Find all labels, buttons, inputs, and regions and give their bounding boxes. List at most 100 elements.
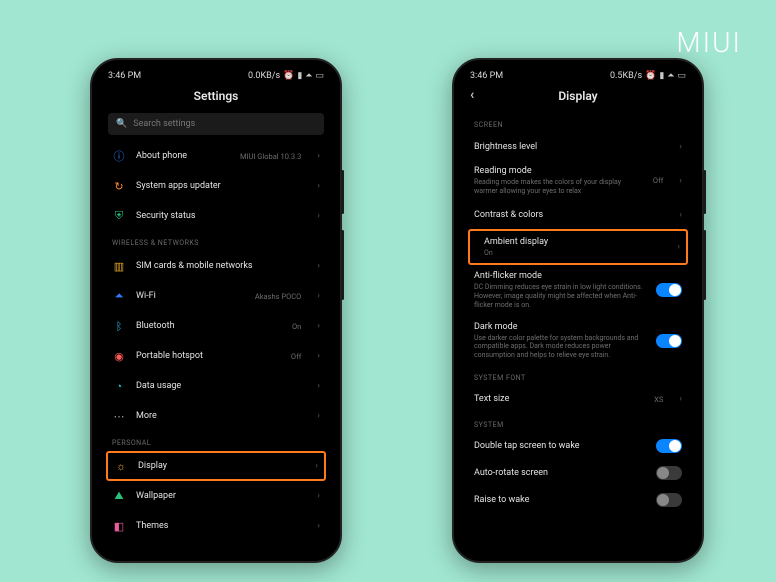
screen-display: 3:46 PM 0.5KB/s ⏰ ▮ ⏶ ▭ ‹ Display SCREEN… xyxy=(460,66,696,553)
row-label: Anti-flicker mode xyxy=(474,271,644,281)
battery-icon: ▭ xyxy=(315,71,324,81)
row-label: Double tap screen to wake xyxy=(474,441,580,451)
row-sim-cards[interactable]: ▥ SIM cards & mobile networks › xyxy=(98,251,334,281)
row-text-size[interactable]: Text size XS › xyxy=(460,386,696,413)
row-system-apps-updater[interactable]: ↻ System apps updater › xyxy=(98,171,334,201)
sim-icon: ▥ xyxy=(112,259,126,273)
info-icon: ⓘ xyxy=(112,149,126,163)
display-list[interactable]: SCREEN Brightness level › Reading mode R… xyxy=(460,113,696,553)
row-raise-to-wake[interactable]: Raise to wake xyxy=(460,487,696,514)
row-reading-mode[interactable]: Reading mode Reading mode makes the colo… xyxy=(460,160,696,202)
section-personal: PERSONAL xyxy=(98,431,334,451)
toggle-auto-rotate[interactable] xyxy=(656,466,682,480)
row-wifi[interactable]: ⏶ Wi-Fi Akashs POCO › xyxy=(98,281,334,311)
row-more[interactable]: ⋯ More › xyxy=(98,401,334,431)
page-title: ‹ Display xyxy=(460,83,696,113)
wifi-icon: ⏶ xyxy=(305,71,312,81)
data-icon: ◔ xyxy=(112,379,126,393)
row-label: Wallpaper xyxy=(136,491,176,501)
row-label: Bluetooth xyxy=(136,321,175,331)
row-ambient-display[interactable]: Ambient display On › xyxy=(468,229,688,266)
row-contrast[interactable]: Contrast & colors › xyxy=(460,202,696,229)
shield-icon: ⛨ xyxy=(112,209,126,223)
row-label: System apps updater xyxy=(136,181,221,191)
row-sub: DC Dimming reduces eye strain in low lig… xyxy=(474,283,644,309)
wifi-icon: ⏶ xyxy=(667,71,674,81)
phone-display: 3:46 PM 0.5KB/s ⏰ ▮ ⏶ ▭ ‹ Display SCREEN… xyxy=(452,58,704,563)
alarm-icon: ⏰ xyxy=(645,71,656,81)
chevron-right-icon: › xyxy=(317,491,320,501)
row-label: Reading mode xyxy=(474,166,643,176)
toggle-dark-mode[interactable] xyxy=(656,334,682,348)
row-meta: On xyxy=(292,322,301,331)
phone-settings: 3:46 PM 0.0KB/s ⏰ ▮ ⏶ ▭ Settings 🔍 Searc… xyxy=(90,58,342,563)
row-hotspot[interactable]: ◉ Portable hotspot Off › xyxy=(98,341,334,371)
section-system-font: SYSTEM FONT xyxy=(460,366,696,386)
status-time: 3:46 PM xyxy=(470,71,503,81)
row-meta: Akashs POCO xyxy=(255,292,301,301)
row-label: Themes xyxy=(136,521,168,531)
themes-icon: ◧ xyxy=(112,519,126,533)
row-data-usage[interactable]: ◔ Data usage › xyxy=(98,371,334,401)
status-right: 0.0KB/s ⏰ ▮ ⏶ ▭ xyxy=(248,71,324,81)
row-anti-flicker[interactable]: Anti-flicker mode DC Dimming reduces eye… xyxy=(460,265,696,315)
chevron-right-icon: › xyxy=(317,411,320,421)
row-label: Security status xyxy=(136,211,196,221)
search-input[interactable]: 🔍 Search settings xyxy=(108,113,324,135)
toggle-raise-to-wake[interactable] xyxy=(656,493,682,507)
row-label: Wi-Fi xyxy=(136,291,156,301)
status-time: 3:46 PM xyxy=(108,71,141,81)
row-sub: On xyxy=(484,249,548,258)
row-meta: MIUI Global 10.3.3 xyxy=(240,152,301,161)
signal-icon: ▮ xyxy=(659,71,664,81)
row-themes[interactable]: ◧ Themes › xyxy=(98,511,334,541)
chevron-right-icon: › xyxy=(679,210,682,220)
page-title: Settings xyxy=(98,83,334,113)
row-dark-mode[interactable]: Dark mode Use darker color palette for s… xyxy=(460,316,696,366)
status-net: 0.5KB/s xyxy=(610,71,642,81)
toggle-double-tap[interactable] xyxy=(656,439,682,453)
row-about-phone[interactable]: ⓘ About phone MIUI Global 10.3.3 › xyxy=(98,141,334,171)
status-bar: 3:46 PM 0.0KB/s ⏰ ▮ ⏶ ▭ xyxy=(98,66,334,83)
back-button[interactable]: ‹ xyxy=(470,87,474,103)
row-wallpaper[interactable]: ⛰ Wallpaper › xyxy=(98,481,334,511)
row-display[interactable]: ☼ Display › xyxy=(106,451,326,481)
alarm-icon: ⏰ xyxy=(283,71,294,81)
row-label: Display xyxy=(138,461,167,471)
chevron-right-icon: › xyxy=(317,381,320,391)
row-sub: Reading mode makes the colors of your di… xyxy=(474,178,643,196)
row-label: Contrast & colors xyxy=(474,210,543,220)
brightness-icon: ☼ xyxy=(114,459,128,473)
refresh-icon: ↻ xyxy=(112,179,126,193)
row-brightness[interactable]: Brightness level › xyxy=(460,133,696,160)
row-double-tap[interactable]: Double tap screen to wake xyxy=(460,433,696,460)
row-meta: Off xyxy=(291,352,301,361)
chevron-right-icon: › xyxy=(679,176,682,186)
toggle-anti-flicker[interactable] xyxy=(656,283,682,297)
chevron-right-icon: › xyxy=(679,394,682,404)
chevron-right-icon: › xyxy=(679,142,682,152)
wallpaper-icon: ⛰ xyxy=(112,489,126,503)
row-label: More xyxy=(136,411,157,421)
signal-icon: ▮ xyxy=(297,71,302,81)
row-auto-rotate[interactable]: Auto-rotate screen xyxy=(460,460,696,487)
settings-list[interactable]: ⓘ About phone MIUI Global 10.3.3 › ↻ Sys… xyxy=(98,141,334,553)
bluetooth-icon: ᛒ xyxy=(112,319,126,333)
status-net: 0.0KB/s xyxy=(248,71,280,81)
row-label: Brightness level xyxy=(474,142,537,152)
chevron-right-icon: › xyxy=(317,151,320,161)
row-sub: Use darker color palette for system back… xyxy=(474,334,644,360)
row-bluetooth[interactable]: ᛒ Bluetooth On › xyxy=(98,311,334,341)
row-label: Ambient display xyxy=(484,237,548,247)
row-label: Raise to wake xyxy=(474,495,529,505)
row-label: Data usage xyxy=(136,381,181,391)
chevron-right-icon: › xyxy=(317,211,320,221)
section-wireless: WIRELESS & NETWORKS xyxy=(98,231,334,251)
chevron-right-icon: › xyxy=(317,291,320,301)
chevron-right-icon: › xyxy=(315,461,318,471)
row-label: Portable hotspot xyxy=(136,351,203,361)
stage: 3:46 PM 0.0KB/s ⏰ ▮ ⏶ ▭ Settings 🔍 Searc… xyxy=(0,0,776,582)
chevron-right-icon: › xyxy=(317,521,320,531)
row-security-status[interactable]: ⛨ Security status › xyxy=(98,201,334,231)
row-meta: XS xyxy=(654,395,663,404)
